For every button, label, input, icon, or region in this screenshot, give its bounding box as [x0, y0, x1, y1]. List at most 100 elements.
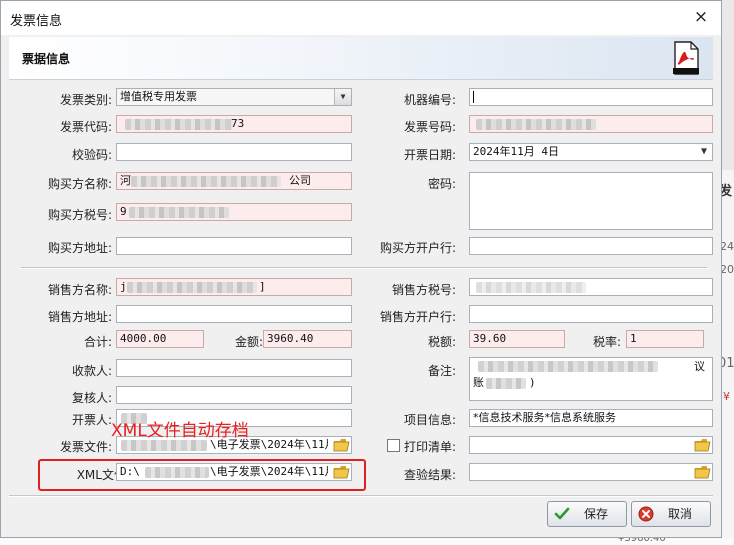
- buyer-tax-no-value: 9: [120, 205, 127, 218]
- folder-icon[interactable]: [333, 437, 351, 453]
- invoice-type-select[interactable]: 增值税专用发票 ▼: [116, 88, 352, 106]
- dropdown-arrow-icon[interactable]: ▼: [334, 89, 351, 105]
- cancel-label: 取消: [667, 507, 692, 521]
- seller-tax-no-input[interactable]: [469, 278, 713, 296]
- remark-line2-start: 账: [473, 376, 484, 389]
- redacted-text: [129, 207, 229, 218]
- item-info-label: 项目信息:: [403, 413, 456, 427]
- seller-name-input[interactable]: j ]: [116, 278, 352, 296]
- background-symbol: ¥: [723, 390, 730, 403]
- window-title: 发票信息: [10, 14, 63, 29]
- buyer-name-label: 购买方名称:: [47, 177, 112, 191]
- tax-rate-label: 税率:: [592, 335, 621, 349]
- text-cursor: [473, 91, 474, 103]
- buyer-name-tail: 公司: [289, 174, 311, 187]
- machine-no-input[interactable]: [469, 88, 713, 106]
- issue-date-value: 2024年11月 4日: [473, 145, 559, 158]
- print-list-checkbox[interactable]: [387, 439, 400, 452]
- save-label: 保存: [583, 507, 608, 521]
- total-label: 合计:: [83, 335, 112, 349]
- redacted-text: [121, 440, 207, 451]
- redacted-text: [478, 361, 658, 372]
- seller-name-value: j: [120, 280, 127, 293]
- check-code-input[interactable]: [116, 143, 352, 161]
- password-textarea[interactable]: [469, 172, 713, 230]
- seller-bank-input[interactable]: [469, 305, 713, 323]
- remark-label: 备注:: [427, 364, 456, 378]
- folder-icon[interactable]: [694, 464, 712, 480]
- buyer-tax-no-input[interactable]: 9: [116, 203, 352, 221]
- reviewer-input[interactable]: [116, 386, 352, 404]
- invoice-code-input[interactable]: 73: [116, 115, 352, 133]
- check-code-label: 校验码:: [71, 148, 112, 162]
- issue-date-label: 开票日期:: [403, 148, 456, 162]
- background-number: 244: [720, 240, 734, 253]
- cancel-button[interactable]: 取消: [631, 501, 711, 527]
- payee-input[interactable]: [116, 359, 352, 377]
- invoice-no-label: 发票号码:: [403, 120, 456, 134]
- tax-label: 税额:: [427, 335, 456, 349]
- close-icon[interactable]: ×: [690, 6, 712, 28]
- folder-icon[interactable]: [694, 437, 712, 453]
- seller-bank-label: 销售方开户行:: [379, 310, 456, 324]
- buyer-name-value: 河: [120, 174, 131, 187]
- pdf-icon: [673, 41, 699, 75]
- machine-no-label: 机器编号:: [403, 93, 456, 107]
- redacted-text: [476, 282, 586, 293]
- payee-label: 收款人:: [71, 364, 112, 378]
- tax-rate-value: 1: [630, 332, 637, 345]
- annotation-box: [38, 459, 366, 491]
- total-value: 4000.00: [120, 332, 167, 345]
- title-bar: 发票信息 ×: [1, 1, 721, 35]
- buyer-bank-input[interactable]: [469, 237, 713, 255]
- redacted-text: [486, 378, 526, 389]
- redacted-text: [127, 282, 257, 293]
- seller-name-tail: ]: [259, 280, 266, 293]
- seller-address-input[interactable]: [116, 305, 352, 323]
- buyer-address-input[interactable]: [116, 237, 352, 255]
- dropdown-arrow-icon[interactable]: ▼: [696, 144, 712, 160]
- remark-line2-end: ): [530, 376, 535, 389]
- invoice-dialog: 发票信息 × 票据信息 发票类别: 增值税专用发票 ▼ 机器编号: 发票代码: …: [0, 0, 722, 538]
- print-list-input[interactable]: [469, 436, 713, 454]
- invoice-code-label: 发票代码:: [59, 120, 112, 134]
- buyer-tax-no-label: 购买方税号:: [47, 208, 112, 222]
- item-info-input[interactable]: *信息技术服务*信息系统服务: [469, 409, 713, 427]
- buyer-address-label: 购买方地址:: [47, 241, 112, 255]
- seller-address-label: 销售方地址:: [47, 310, 112, 324]
- drawer-label: 开票人:: [71, 413, 112, 427]
- invoice-type-label: 发票类别:: [59, 93, 112, 107]
- header-band: 票据信息: [9, 37, 713, 80]
- save-button[interactable]: 保存: [547, 501, 627, 527]
- verify-result-input[interactable]: [469, 463, 713, 481]
- redacted-text: [476, 119, 596, 130]
- redacted-text: [131, 176, 281, 187]
- footer-divider: [9, 495, 713, 497]
- total-input[interactable]: 4000.00: [116, 330, 204, 348]
- section-divider: [21, 267, 707, 269]
- invoice-no-input[interactable]: [469, 115, 713, 133]
- password-label: 密码:: [427, 177, 456, 191]
- item-info-value: *信息技术服务*信息系统服务: [473, 411, 616, 424]
- seller-name-label: 销售方名称:: [47, 283, 112, 297]
- amount-label: 金额:: [234, 335, 263, 349]
- seller-tax-no-label: 销售方税号:: [391, 283, 456, 297]
- remark-textarea[interactable]: 议 账 ): [469, 357, 713, 401]
- verify-result-label: 查验结果:: [403, 468, 456, 482]
- buyer-name-input[interactable]: 河 公司: [116, 172, 352, 190]
- amount-input[interactable]: 3960.40: [263, 330, 352, 348]
- invoice-code-value: 73: [231, 117, 245, 130]
- redacted-text: [125, 119, 233, 130]
- invoice-file-label: 发票文件:: [59, 440, 112, 454]
- amount-value: 3960.40: [267, 332, 314, 345]
- tax-input[interactable]: 39.60: [469, 330, 565, 348]
- buyer-bank-label: 购买方开户行:: [379, 241, 456, 255]
- tax-value: 39.60: [473, 332, 507, 345]
- remark-value: 议: [694, 360, 705, 373]
- issue-date-picker[interactable]: 2024年11月 4日 ▼: [469, 143, 713, 161]
- print-list-label: 打印清单:: [403, 440, 456, 454]
- background-number: 202: [720, 263, 734, 276]
- section-title: 票据信息: [22, 52, 71, 66]
- tax-rate-input[interactable]: 1: [626, 330, 704, 348]
- invoice-type-value: 增值税专用发票: [120, 90, 197, 103]
